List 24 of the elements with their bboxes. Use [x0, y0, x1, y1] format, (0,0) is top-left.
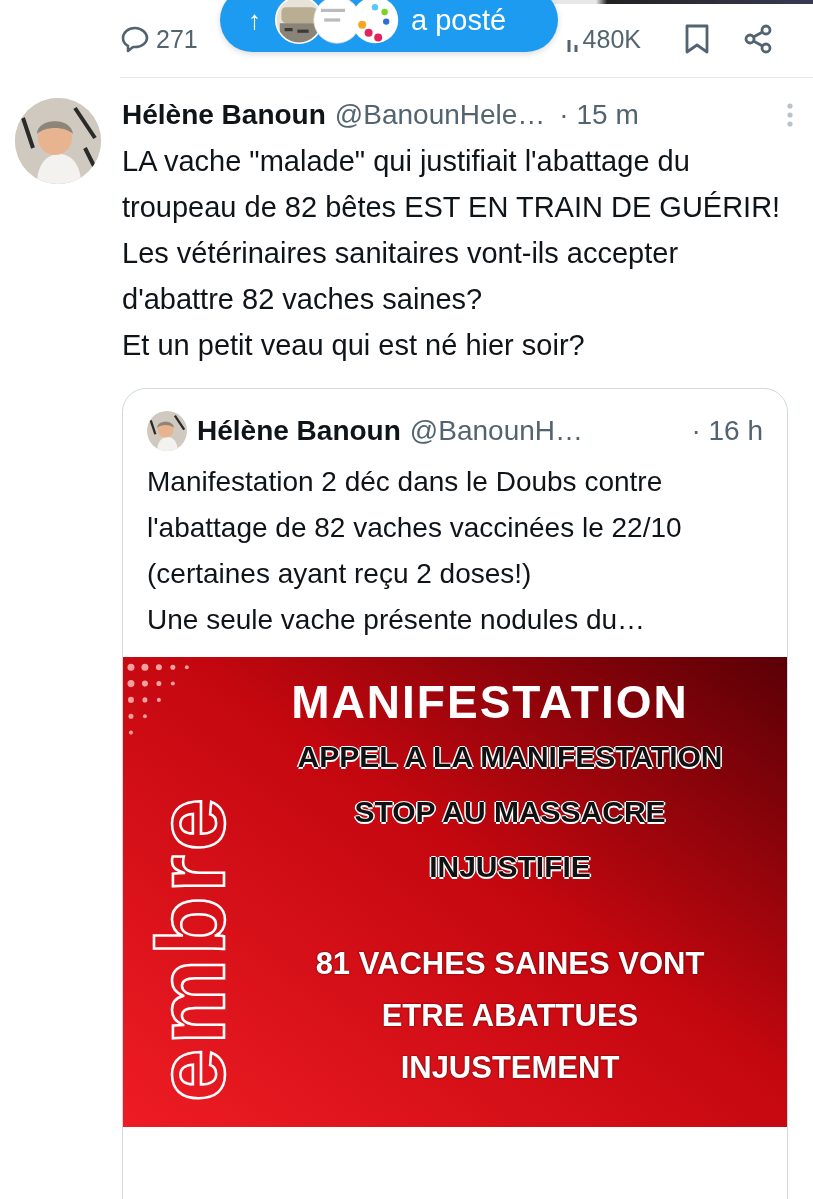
views-count: 480K: [582, 26, 641, 52]
reply-count: 271: [156, 24, 198, 54]
poster-text: INJUSTEMENT: [400, 1049, 620, 1087]
poster-side-text: embre: [143, 793, 239, 1102]
poster-text: ETRE ABATTUES: [381, 997, 639, 1035]
poster-text: INJUSTIFIE: [429, 849, 591, 885]
quoted-author-handle: @BanounH…: [409, 415, 583, 447]
author-handle[interactable]: @BanounHele…: [334, 99, 546, 131]
poster-text: STOP AU MASSACRE: [354, 794, 666, 830]
quoted-post-time: · 16 h: [691, 415, 763, 447]
reply-icon[interactable]: [120, 25, 150, 53]
post-text: LA vache "malade" qui justifiait l'abattage du troupeau de 82 bêtes EST EN TRAIN DE GUÉRIR! Les vétérinaires sanitaires vont-ils accepter d'abattre 82 vaches saines? Et un petit veau qui est né hier soir?: [122, 144, 782, 363]
avatar-icon[interactable]: [15, 98, 101, 184]
bookmark-icon[interactable]: [685, 24, 709, 54]
quoted-post-text: Manifestation 2 déc dans le Doubs contre l'abattage de 82 vaches vaccinées le 22/10 (certaines ayant reçu 2 doses!) Une seule vache présente nodules du…: [146, 465, 683, 637]
share-icon[interactable]: [743, 24, 773, 54]
poster-text: MANIFESTATION: [291, 675, 689, 729]
poster-text: APPEL A LA MANIFESTATION: [297, 739, 723, 775]
poster-text: 81 VACHES SAINES VONT: [315, 945, 705, 983]
quoted-post[interactable]: [122, 388, 788, 1199]
post-time: · 15 m: [559, 99, 639, 131]
quoted-author-name: Hélène Banoun: [197, 415, 401, 447]
author-name[interactable]: Hélène Banoun: [122, 99, 326, 131]
avatar-icon: [147, 411, 187, 451]
